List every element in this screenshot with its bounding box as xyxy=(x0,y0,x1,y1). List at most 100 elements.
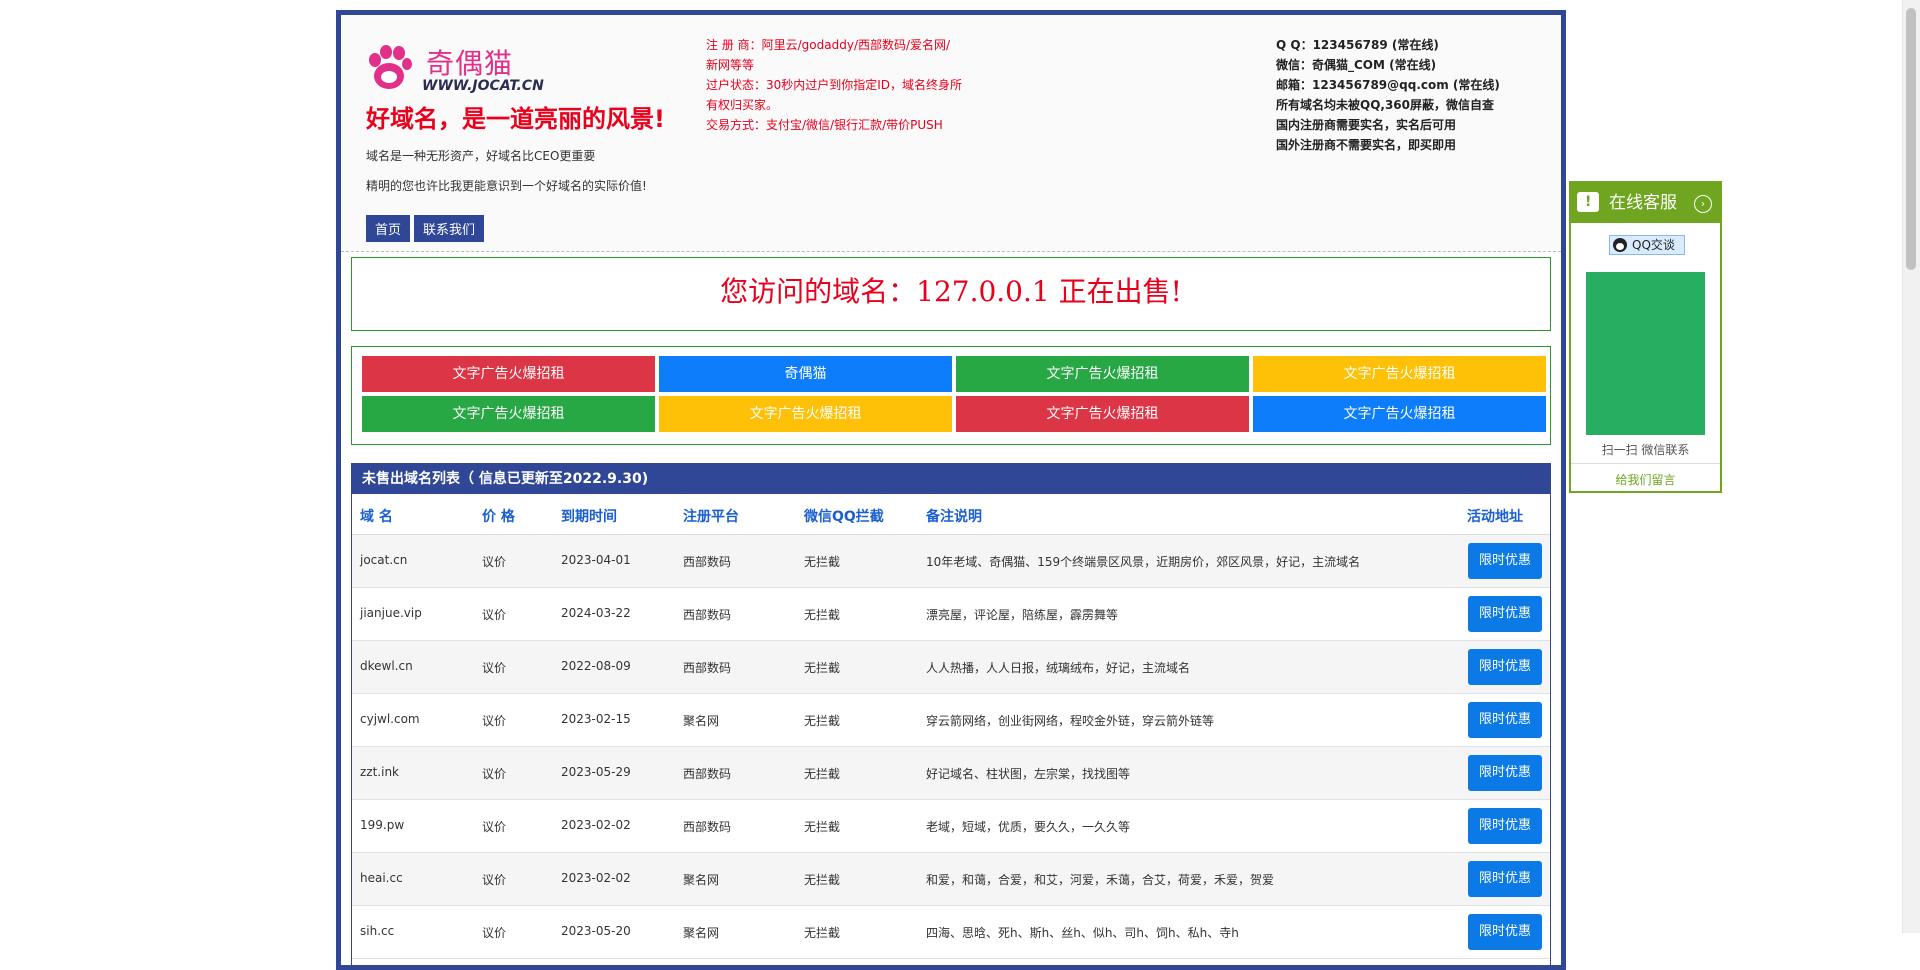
ad-slot[interactable]: 文字广告火爆招租 xyxy=(362,356,655,392)
message-icon: ! xyxy=(1577,192,1599,212)
scrollbar-thumb[interactable] xyxy=(1906,8,1916,270)
table-header: 域 名 价 格 到期时间 注册平台 微信QQ拦截 备注说明 活动地址 xyxy=(352,494,1550,535)
domain-list-title: 未售出域名列表（ 信息已更新至2022.9.30) xyxy=(352,464,1550,494)
note-cell: 10年老域、奇偶猫、159个终端景区风景，近期房价，郊区风景，好记，主流域名 xyxy=(926,555,1361,569)
expire-cell: 2023-02-02 xyxy=(561,871,631,885)
customer-service-header[interactable]: ! 在线客服 › xyxy=(1571,183,1720,223)
table-row: cyjwl.com 议价 2023-02-15 聚名网 无拦截 穿云箭网络，创业街网络，程… xyxy=(352,694,1550,747)
nav-home[interactable]: 首页 xyxy=(366,215,411,242)
page-scrollbar[interactable] xyxy=(1902,0,1920,933)
domain-list: 未售出域名列表（ 信息已更新至2022.9.30) 域 名 价 格 到期时间 注… xyxy=(351,463,1551,965)
scan-text: 扫一扫 微信联系 xyxy=(1601,443,1690,457)
expire-cell: 2023-05-29 xyxy=(561,765,631,779)
limited-offer-button[interactable]: 限时优惠 xyxy=(1468,649,1542,685)
logo-name: 奇偶猫 xyxy=(426,47,514,80)
price-cell: 议价 xyxy=(482,661,507,675)
table-row: dkewl.cn 议价 2022-08-09 西部数码 无拦截 人人热播，人人日报，绒璃绒… xyxy=(352,641,1550,694)
limited-offer-button[interactable]: 限时优惠 xyxy=(1468,596,1542,632)
ad-slot[interactable]: 文字广告火爆招租 xyxy=(362,396,655,432)
registrar-cell: 西部数码 xyxy=(683,767,732,781)
contact-email: 邮箱：123456789@qq.com (常在线) xyxy=(1276,78,1500,92)
domain-cell[interactable]: 199.pw xyxy=(360,818,404,832)
ad-slot[interactable]: 文字广告火爆招租 xyxy=(659,396,952,432)
registrar-cell: 西部数码 xyxy=(683,661,732,675)
expire-cell: 2023-02-02 xyxy=(561,818,631,832)
domain-cell[interactable]: cyjwl.com xyxy=(360,712,420,726)
note-cell: 好记域名、柱状图，左宗棠，找找图等 xyxy=(926,767,1131,781)
col-price: 价 格 xyxy=(482,509,515,525)
registrar-cell: 聚名网 xyxy=(683,714,720,728)
info-line: 交易方式：支付宝/微信/银行汇款/带价PUSH xyxy=(706,118,943,132)
domain-cell[interactable]: heai.cc xyxy=(360,871,403,885)
domain-cell[interactable]: jianjue.vip xyxy=(360,606,422,620)
block-status-cell: 无拦截 xyxy=(804,767,841,781)
expire-cell: 2023-04-01 xyxy=(561,553,631,567)
col-domain: 域 名 xyxy=(360,509,393,525)
transaction-info: 注 册 商：阿里云/godaddy/西部数码/爱名网/ 新网等等 过户状态：30… xyxy=(706,35,976,135)
ad-slot[interactable]: 文字广告火爆招租 xyxy=(1253,396,1546,432)
sale-banner: 您访问的域名：127.0.0.1 正在出售! xyxy=(351,257,1551,331)
slogan: 好域名，是一道亮丽的风景! xyxy=(366,105,665,133)
limited-offer-button[interactable]: 限时优惠 xyxy=(1468,702,1542,738)
note-cell: 和爱，和蔼，合爱，和艾，河爱，禾蔼，合艾，荷爱，禾爱，贺爱 xyxy=(926,873,1275,887)
note-cell: 漂亮屋，评论屋，陪练屋，霹雳舞等 xyxy=(926,608,1119,622)
note-cell: 人人热播，人人日报，绒璃绒布，好记，主流域名 xyxy=(926,661,1191,675)
note-cell: 老域，短域，优质，要久久，一久久等 xyxy=(926,820,1131,834)
table-body: jocat.cn 议价 2023-04-01 西部数码 无拦截 10年老域、奇偶猫、159… xyxy=(352,535,1550,959)
chevron-right-icon[interactable]: › xyxy=(1694,195,1712,213)
info-line: 有权归买家。 xyxy=(706,98,779,112)
nav-contact[interactable]: 联系我们 xyxy=(414,215,485,242)
contact-note: 所有域名均未被QQ,360屏蔽，微信自查 xyxy=(1276,98,1495,112)
site-logo[interactable]: 奇偶猫 WWW.JOCAT.CN xyxy=(366,40,544,100)
ad-section: 文字广告火爆招租 奇偶猫 文字广告火爆招租 文字广告火爆招租 文字广告火爆招租 文字广告火… xyxy=(351,346,1551,445)
limited-offer-button[interactable]: 限时优惠 xyxy=(1468,861,1542,897)
col-block: 微信QQ拦截 xyxy=(804,509,884,525)
col-expire: 到期时间 xyxy=(561,509,617,525)
leave-message-link[interactable]: 给我们留言 xyxy=(1571,471,1720,488)
expire-cell: 2024-03-22 xyxy=(561,606,631,620)
expire-cell: 2023-05-20 xyxy=(561,924,631,938)
table-row: 199.pw 议价 2023-02-02 西部数码 无拦截 老域，短域，优质，要久久，一久… xyxy=(352,800,1550,853)
ad-slot[interactable]: 文字广告火爆招租 xyxy=(956,356,1249,392)
limited-offer-button[interactable]: 限时优惠 xyxy=(1468,808,1542,844)
limited-offer-button[interactable]: 限时优惠 xyxy=(1468,914,1542,950)
domain-cell[interactable]: zzt.ink xyxy=(360,765,399,779)
registrar-cell: 西部数码 xyxy=(683,608,732,622)
price-cell: 议价 xyxy=(482,714,507,728)
col-action: 活动地址 xyxy=(1467,509,1523,525)
paw-icon xyxy=(369,45,412,89)
price-cell: 议价 xyxy=(482,820,507,834)
divider xyxy=(1571,463,1720,464)
contact-wechat: 微信：奇偶猫_COM (常在线) xyxy=(1276,58,1437,72)
contact-note: 国内注册商需要实名，实名后可用 xyxy=(1276,118,1457,132)
contact-info: Q Q：123456789 (常在线) 微信：奇偶猫_COM (常在线) 邮箱：… xyxy=(1276,35,1556,155)
contact-qq: Q Q：123456789 (常在线) xyxy=(1276,38,1439,52)
ad-slot[interactable]: 文字广告火爆招租 xyxy=(956,396,1249,432)
block-status-cell: 无拦截 xyxy=(804,661,841,675)
description-line-2: 精明的您也许比我更能意识到一个好域名的实际价值! xyxy=(366,179,647,193)
ad-grid: 文字广告火爆招租 奇偶猫 文字广告火爆招租 文字广告火爆招租 文字广告火爆招租 文字广告火… xyxy=(362,356,1546,432)
col-note: 备注说明 xyxy=(926,509,982,525)
domain-cell[interactable]: jocat.cn xyxy=(360,553,407,567)
limited-offer-button[interactable]: 限时优惠 xyxy=(1468,543,1542,579)
note-cell: 穿云箭网络，创业街网络，程咬金外链，穿云箭外链等 xyxy=(926,714,1215,728)
table-row: zzt.ink 议价 2023-05-29 西部数码 无拦截 好记域名、柱状图，左宗棠，找… xyxy=(352,747,1550,800)
customer-service-title: 在线客服 xyxy=(1609,193,1677,213)
block-status-cell: 无拦截 xyxy=(804,820,841,834)
info-line: 注 册 商：阿里云/godaddy/西部数码/爱名网/ xyxy=(706,38,951,52)
domain-cell[interactable]: sih.cc xyxy=(360,924,394,938)
main-nav: 首页 联系我们 xyxy=(366,215,485,242)
qq-penguin-icon xyxy=(1613,238,1627,252)
col-registrar: 注册平台 xyxy=(683,509,739,525)
domain-cell[interactable]: dkewl.cn xyxy=(360,659,413,673)
ad-slot[interactable]: 文字广告火爆招租 xyxy=(1253,356,1546,392)
wechat-qr-code xyxy=(1586,272,1705,435)
block-status-cell: 无拦截 xyxy=(804,555,841,569)
qq-chat-label: QQ交谈 xyxy=(1632,238,1675,252)
ad-slot[interactable]: 奇偶猫 xyxy=(659,356,952,392)
qq-chat-button[interactable]: QQ交谈 xyxy=(1609,235,1685,255)
limited-offer-button[interactable]: 限时优惠 xyxy=(1468,755,1542,791)
description-line-1: 域名是一种无形资产，好域名比CEO更重要 xyxy=(366,149,596,163)
table-row: jocat.cn 议价 2023-04-01 西部数码 无拦截 10年老域、奇偶猫、159… xyxy=(352,535,1550,588)
site-header: 奇偶猫 WWW.JOCAT.CN 好域名，是一道亮丽的风景! 域名是一种无形资产… xyxy=(341,15,1561,252)
